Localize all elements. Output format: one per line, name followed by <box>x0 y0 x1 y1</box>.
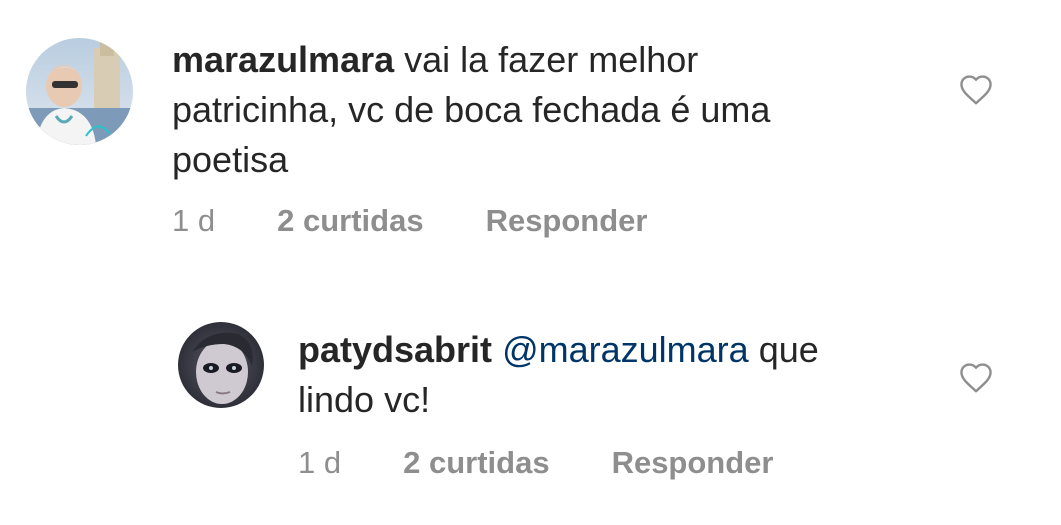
reply-button[interactable]: Responder <box>612 445 774 481</box>
heart-outline-icon[interactable] <box>958 360 994 394</box>
reply-button[interactable]: Responder <box>486 203 648 239</box>
heart-outline-icon[interactable] <box>958 72 994 106</box>
comment-body-line-2: patricinha, vc de boca fechada é uma <box>172 89 771 130</box>
comment-time: 1 d <box>172 203 216 238</box>
avatar[interactable] <box>178 322 264 408</box>
likes-count-button[interactable]: 2 curtidas <box>403 445 549 481</box>
likes-count-button[interactable]: 2 curtidas <box>277 203 423 239</box>
reply-comment-item: patydsabrit @marazulmara que lindo vc! 1… <box>0 290 1061 525</box>
comment-body-line-1: vai la fazer melhor <box>404 39 699 80</box>
reply-username[interactable]: patydsabrit <box>298 329 492 370</box>
reply-text: patydsabrit @marazulmara que lindo vc! <box>298 325 938 425</box>
avatar[interactable] <box>26 38 133 145</box>
reply-body-line-2: lindo vc! <box>298 379 431 420</box>
comment-text: marazulmara vai la fazer melhor patricin… <box>172 35 932 185</box>
reply-body-line-1: que <box>758 329 819 370</box>
comment-body-line-3: poetisa <box>172 139 289 180</box>
comment-meta: 1 d 2 curtidas Responder <box>172 203 647 239</box>
reply-meta: 1 d 2 curtidas Responder <box>298 445 773 481</box>
mention-link[interactable]: @marazulmara <box>502 329 749 370</box>
reply-time: 1 d <box>298 445 342 480</box>
comment-item: marazulmara vai la fazer melhor patricin… <box>0 0 1061 290</box>
comment-username[interactable]: marazulmara <box>172 39 394 80</box>
